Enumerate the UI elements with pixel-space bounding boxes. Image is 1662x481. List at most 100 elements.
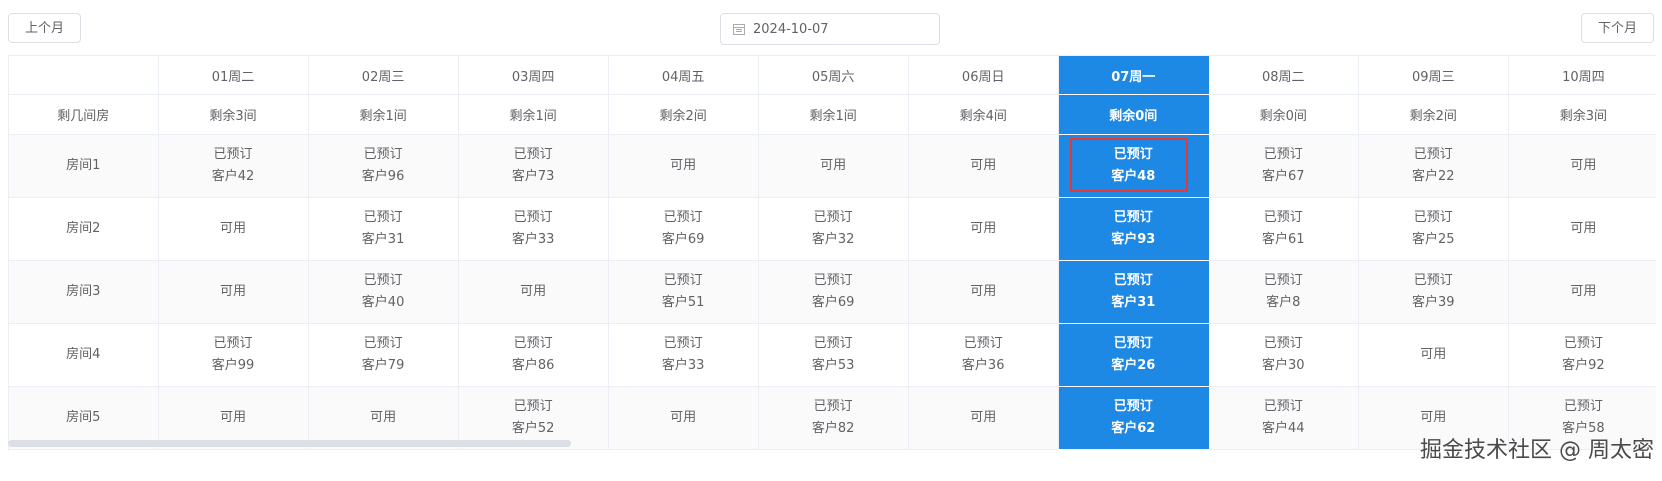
- remain-row-label: 剩几间房: [9, 94, 159, 135]
- booking-cell[interactable]: 已预订客户33: [608, 323, 759, 387]
- customer-name: 客户62: [1111, 421, 1156, 436]
- header-day: 01周二: [158, 56, 309, 95]
- header-day: 02周三: [308, 56, 459, 95]
- booking-status: 已预订: [813, 210, 853, 225]
- toolbar: 上个月 2024-10-07 下个月: [0, 0, 1662, 48]
- booking-cell[interactable]: 已预订客户79: [308, 323, 459, 387]
- booking-status: 可用: [220, 221, 247, 236]
- booking-status: 已预订: [663, 210, 703, 225]
- booking-cell[interactable]: 已预订 客户69: [608, 197, 759, 261]
- horizontal-scrollbar[interactable]: [8, 440, 571, 447]
- header-remain-row: 剩几间房 剩余3间 剩余1间 剩余1间 剩余2间 剩余1间 剩余4间 剩余0间 剩余0间 剩余2间…: [9, 94, 1656, 135]
- booking-status: 已预订: [1413, 273, 1453, 288]
- booking-cell[interactable]: 已预订 客户48: [1058, 134, 1209, 198]
- header-day: 09周三: [1358, 56, 1509, 95]
- booking-cell[interactable]: 已预订 客户36: [908, 323, 1059, 387]
- customer-name: 客户26: [1111, 358, 1156, 373]
- booking-cell[interactable]: 可用: [608, 134, 759, 198]
- booking-status: 已预订: [813, 273, 853, 288]
- booking-cell[interactable]: 已预订 客户69: [758, 260, 909, 324]
- booking-cell[interactable]: 已预订 客户31: [1058, 260, 1209, 324]
- booking-status: 可用: [970, 158, 997, 173]
- booking-cell[interactable]: 可用: [158, 260, 309, 324]
- booking-cell[interactable]: 已预订 客户93: [1058, 197, 1209, 261]
- booking-cell[interactable]: 可用: [1508, 134, 1656, 198]
- booking-cell[interactable]: 已预订客户92: [1508, 323, 1656, 387]
- booking-status: 已预订: [1413, 210, 1453, 225]
- booking-status: 可用: [220, 284, 247, 299]
- booking-cell[interactable]: 已预订 客户44: [1208, 386, 1359, 450]
- booking-cell[interactable]: 已预订 客户42: [158, 134, 309, 198]
- booking-status: 已预订: [1413, 147, 1453, 162]
- room-name: 房间3: [9, 260, 159, 324]
- booking-status: 可用: [520, 284, 547, 299]
- prev-month-button[interactable]: 上个月: [8, 13, 81, 43]
- booking-cell[interactable]: 可用: [908, 386, 1059, 450]
- booking-cell[interactable]: 可用: [608, 386, 759, 450]
- booking-cell[interactable]: 已预订 客户31: [308, 197, 459, 261]
- customer-name: 客户33: [661, 358, 705, 373]
- customer-name: 客户99: [211, 358, 255, 373]
- room-name: 房间1: [9, 134, 159, 198]
- booking-status: 已预订: [813, 399, 853, 414]
- booking-status: 可用: [970, 284, 997, 299]
- booking-cell[interactable]: 可用: [1358, 323, 1509, 387]
- header-day: 07周一: [1058, 56, 1209, 95]
- booking-cell[interactable]: 已预订 客户99: [158, 323, 309, 387]
- customer-name: 客户8: [1266, 295, 1301, 310]
- booking-status: 已预订: [1113, 210, 1153, 225]
- customer-name: 客户79: [361, 358, 405, 373]
- booking-cell[interactable]: 已预订 客户40: [308, 260, 459, 324]
- booking-status: 已预订: [513, 399, 553, 414]
- booking-cell[interactable]: 可用: [908, 134, 1059, 198]
- customer-name: 客户39: [1412, 295, 1455, 310]
- booking-cell[interactable]: 已预订 客户82: [758, 386, 909, 450]
- booking-cell[interactable]: 可用: [458, 260, 609, 324]
- booking-cell[interactable]: 已预订客户39: [1358, 260, 1509, 324]
- booking-cell[interactable]: 已预订 客户30: [1208, 323, 1359, 387]
- booking-cell[interactable]: 已预订 客户22: [1358, 134, 1509, 198]
- customer-name: 客户32: [811, 232, 855, 247]
- booking-status: 可用: [1570, 284, 1597, 299]
- remain-count: 剩余1间: [458, 94, 609, 135]
- next-month-button[interactable]: 下个月: [1581, 13, 1654, 43]
- booking-cell[interactable]: 已预订 客户61: [1208, 197, 1359, 261]
- booking-status: 已预订: [513, 210, 553, 225]
- booking-cell[interactable]: 已预订 客户51: [608, 260, 759, 324]
- booking-status: 可用: [1420, 347, 1447, 362]
- calendar-icon: [733, 24, 745, 35]
- booking-status: 已预订: [513, 336, 553, 351]
- booking-cell[interactable]: 已预订 客户67: [1208, 134, 1359, 198]
- room-row: 房间4 已预订 客户99 已预订 客户79 已预订 客户86 已预订 客户33 已预订 客户53 已预…: [9, 323, 1656, 387]
- booking-cell[interactable]: 可用: [1508, 260, 1656, 324]
- booking-cell[interactable]: 可用: [908, 197, 1059, 261]
- booking-status: 已预订: [363, 336, 403, 351]
- booking-cell[interactable]: 已预订 客户73: [458, 134, 609, 198]
- customer-name: 客户92: [1562, 358, 1605, 373]
- booking-cell[interactable]: 可用: [758, 134, 909, 198]
- booking-cell[interactable]: 已预订 客户33: [458, 197, 609, 261]
- customer-name: 客户67: [1261, 169, 1305, 184]
- header-day: 04周五: [608, 56, 759, 95]
- booking-status: 已预订: [963, 336, 1003, 351]
- booking-cell[interactable]: 已预订 客户53: [758, 323, 909, 387]
- watermark: 掘金技术社区 @ 周太密: [1420, 438, 1654, 463]
- customer-name: 客户86: [511, 358, 555, 373]
- booking-status: 已预订: [1563, 336, 1603, 351]
- booking-cell[interactable]: 已预订 客户96: [308, 134, 459, 198]
- booking-cell[interactable]: 已预订客户62: [1058, 386, 1209, 450]
- booking-cell[interactable]: 可用: [158, 197, 309, 261]
- booking-cell[interactable]: 已预订 客户8: [1208, 260, 1359, 324]
- booking-cell[interactable]: 已预订客户32: [758, 197, 909, 261]
- booking-cell[interactable]: 已预订 客户25: [1358, 197, 1509, 261]
- booking-cell[interactable]: 可用: [1508, 197, 1656, 261]
- booking-cell[interactable]: 已预订 客户26: [1058, 323, 1209, 387]
- booking-status: 可用: [220, 410, 247, 425]
- date-picker-input[interactable]: 2024-10-07: [720, 13, 940, 45]
- booking-status: 已预订: [663, 273, 703, 288]
- customer-name: 客户40: [361, 295, 405, 310]
- booking-cell[interactable]: 可用: [908, 260, 1059, 324]
- booking-status: 已预订: [663, 336, 703, 351]
- booking-cell[interactable]: 已预订客户86: [458, 323, 609, 387]
- booking-status: 已预订: [1113, 399, 1153, 414]
